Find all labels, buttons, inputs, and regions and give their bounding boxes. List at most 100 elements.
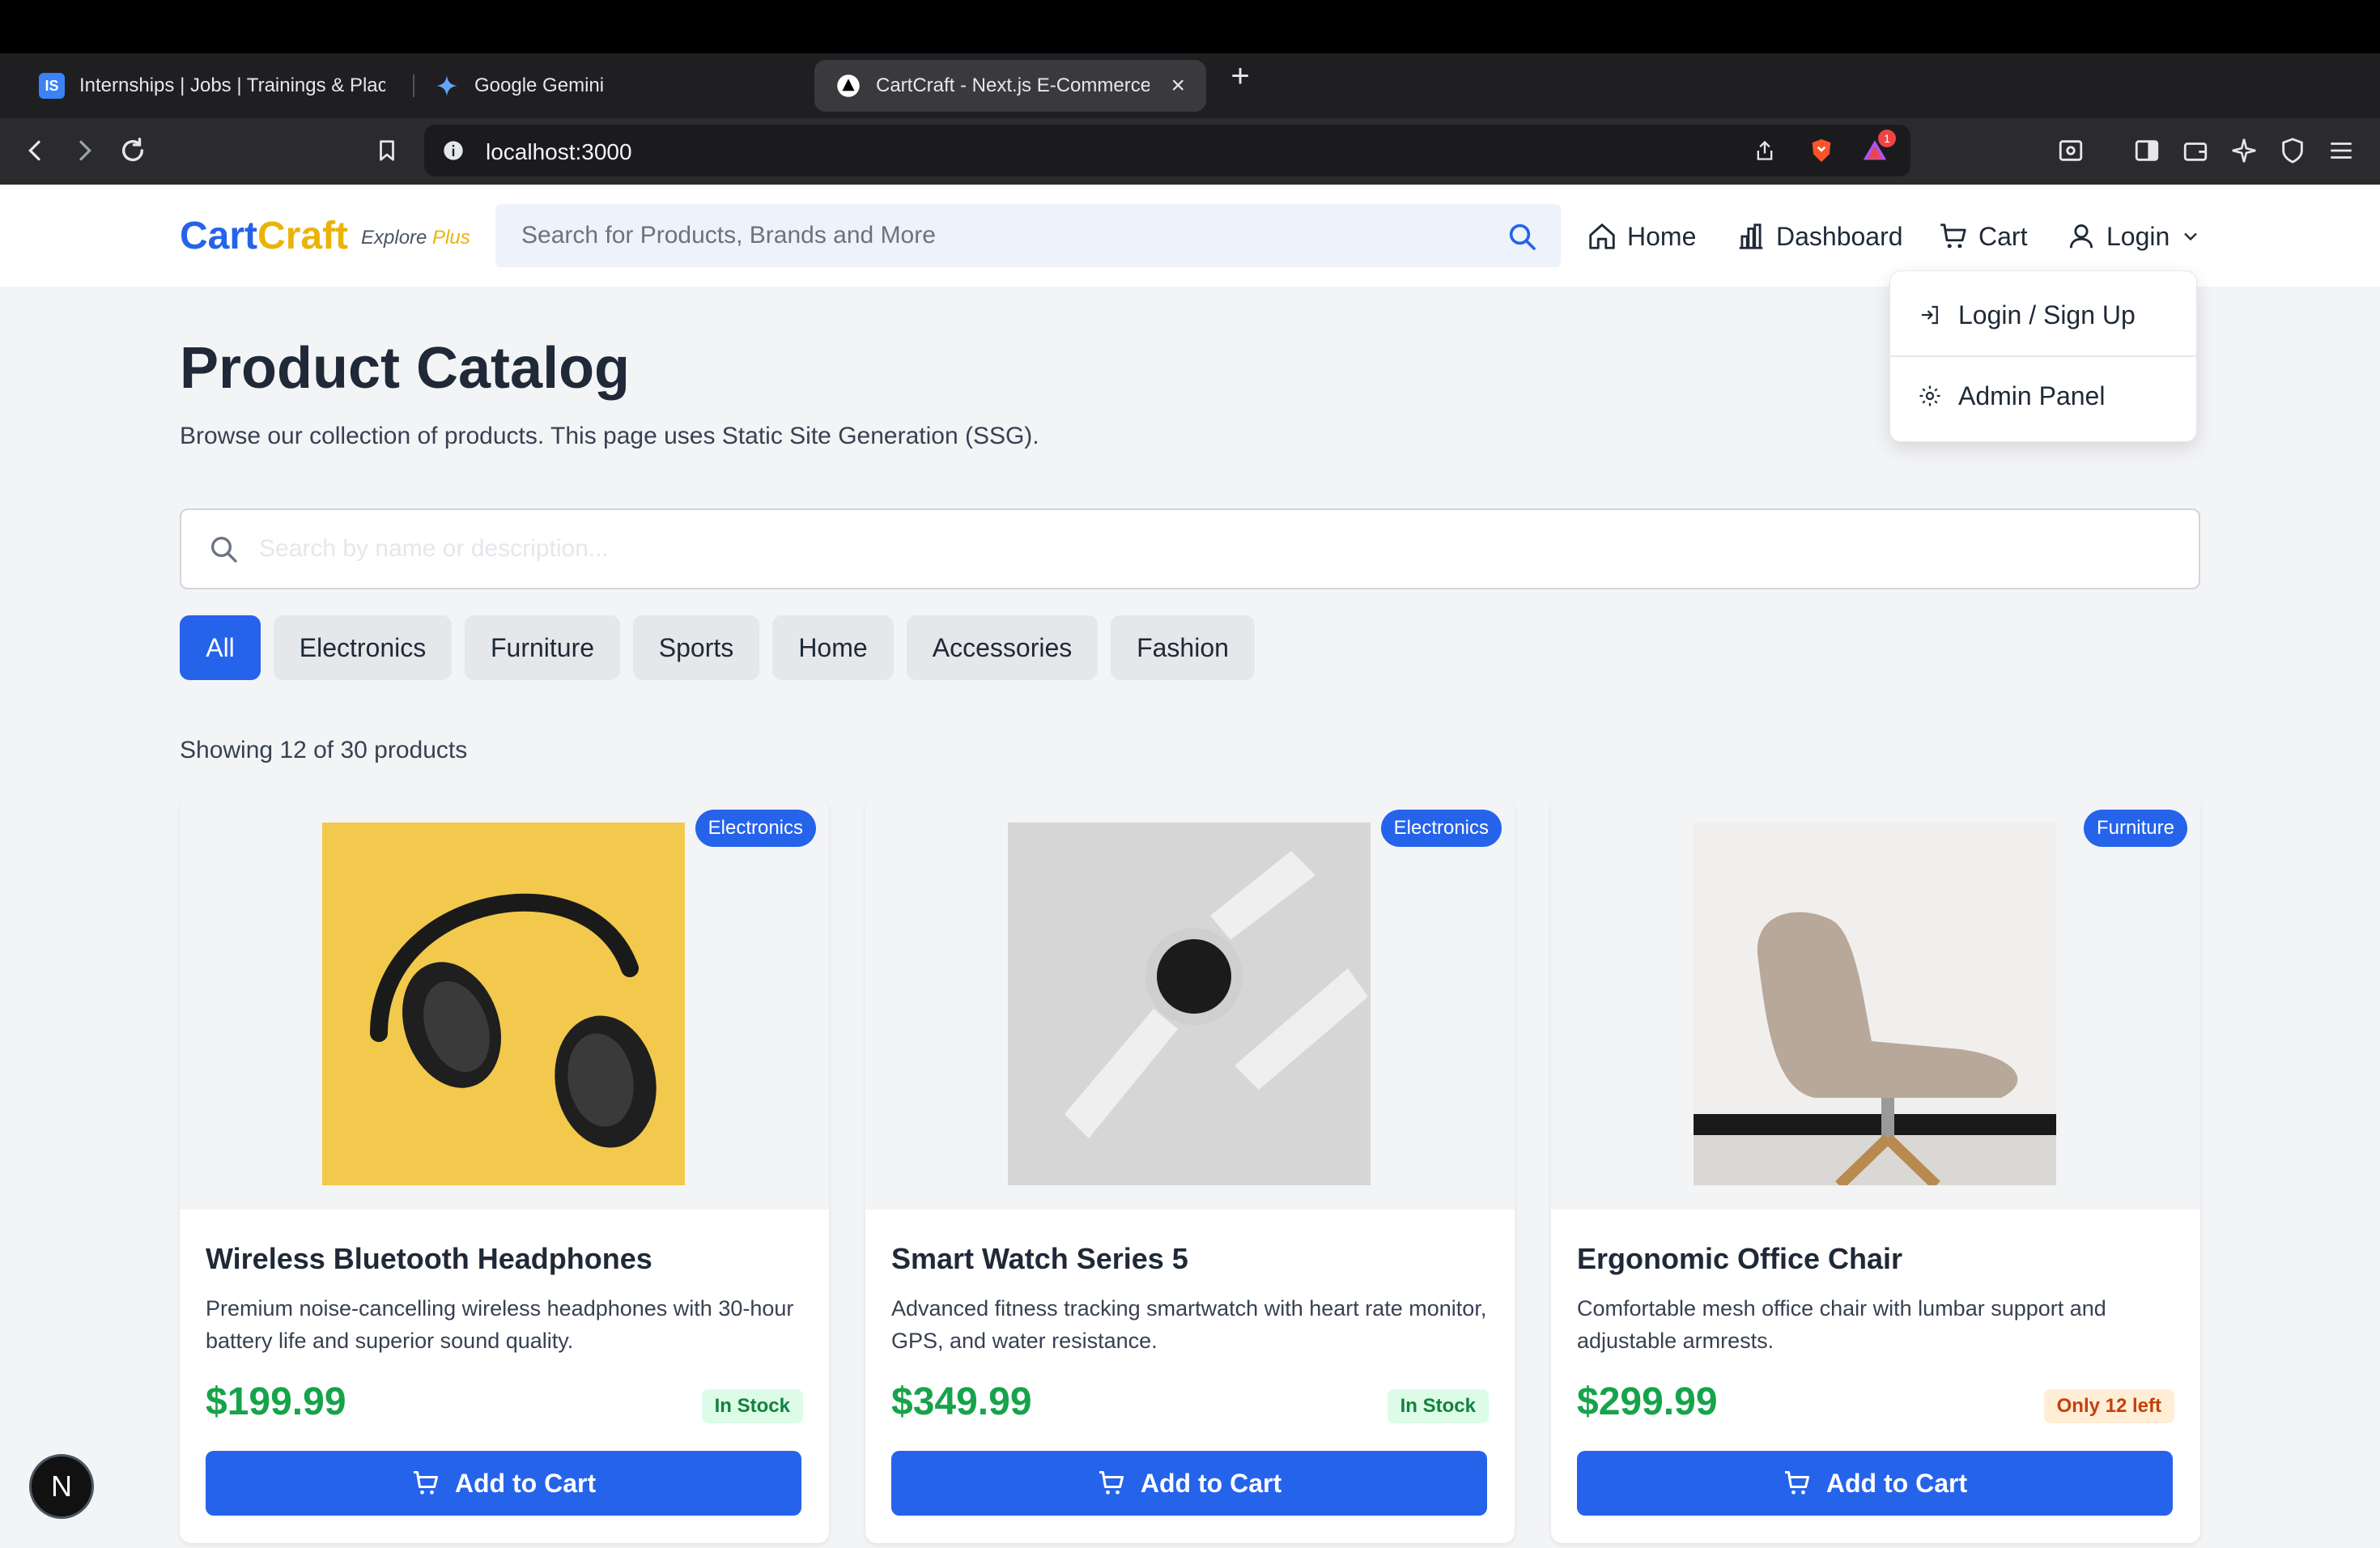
vpn-icon[interactable] [2276,134,2309,167]
cart-icon [1940,223,1966,249]
dropdown-admin-panel[interactable]: Admin Panel [1890,357,2198,435]
add-to-cart-label: Add to Cart [454,1468,597,1498]
bar-chart-icon [1739,223,1763,249]
dropdown-item-label: Login / Sign Up [1958,300,2136,330]
add-to-cart-button[interactable]: Add to Cart [891,1451,1487,1516]
category-chip-sports[interactable]: Sports [633,615,759,680]
home-icon [1589,223,1615,249]
tab-gemini[interactable]: Google Gemini [413,60,801,112]
tab-title: Internships | Jobs | Trainings & Plac [79,74,385,96]
forward-icon[interactable] [68,134,100,167]
browser-toolbar: localhost:3000 1 [0,118,2380,185]
product-description: Comfortable mesh office chair with lumba… [1577,1296,2106,1353]
add-to-cart-button[interactable]: Add to Cart [206,1451,801,1516]
product-card[interactable]: Electronics Smart Watch Series 5 Advance… [865,798,1515,1543]
category-chip-fashion[interactable]: Fashion [1111,615,1255,680]
results-count: Showing 12 of 30 products [180,737,468,763]
stock-badge: In Stock [1387,1389,1489,1423]
product-price: $199.99 [206,1380,346,1423]
logo-text-part1: Cart [180,215,258,257]
add-to-cart-button[interactable]: Add to Cart [1577,1451,2173,1516]
nextjs-icon [835,73,861,99]
product-image-area: Electronics [180,798,829,1210]
category-badge: Furniture [2083,810,2187,847]
product-card[interactable]: Electronics Wireless Bluetooth Headphone… [180,798,829,1543]
wallet-icon[interactable] [2179,134,2212,167]
gemini-icon [434,73,460,99]
page-subtitle: Browse our collection of products. This … [180,423,1039,449]
nav-dashboard[interactable]: Dashboard [1736,214,1903,259]
tab-strip: IS Internships | Jobs | Trainings & Plac… [0,53,2380,118]
nav-home[interactable]: Home [1587,214,1696,259]
bookmark-icon[interactable] [371,134,403,167]
dropdown-login-signup[interactable]: Login / Sign Up [1890,276,2198,354]
new-tab-icon[interactable]: + [1224,58,1256,99]
search-icon[interactable] [1506,220,1538,253]
leo-ai-icon[interactable] [2228,134,2260,167]
reader-mode-icon[interactable] [2055,134,2087,167]
category-chip-accessories[interactable]: Accessories [907,615,1098,680]
cart-icon [413,1471,438,1495]
nav-login[interactable]: Login [2066,214,2202,259]
address-bar[interactable]: localhost:3000 1 [424,125,1910,176]
tagline-explore: Explore [361,227,427,249]
product-name[interactable]: Ergonomic Office Chair [1577,1242,1902,1276]
product-image-area: Electronics [865,798,1515,1210]
reload-icon[interactable] [117,134,149,167]
cart-icon [1784,1471,1809,1495]
product-description: Advanced fitness tracking smartwatch wit… [891,1296,1487,1353]
url-text: localhost:3000 [486,139,632,164]
window-top-bar [0,0,2380,53]
category-chip-electronics[interactable]: Electronics [274,615,452,680]
header-search-input[interactable] [521,204,1477,267]
product-image-smartwatch[interactable] [1008,823,1371,1185]
tab-title: CartCraft - Next.js E-Commerce [876,74,1150,96]
share-icon[interactable] [1749,134,1781,167]
product-description: Premium noise-cancelling wireless headph… [206,1296,794,1353]
product-image-headphones[interactable] [322,823,685,1185]
category-chip-furniture[interactable]: Furniture [465,615,620,680]
chevron-down-icon [2184,232,2198,241]
logo-tagline: Explore Plus [361,227,470,249]
tab-internshala[interactable]: IS Internships | Jobs | Trainings & Plac [18,60,406,112]
nav-login-label: Login [2106,221,2170,251]
sidebar-icon[interactable] [2131,134,2163,167]
stock-badge: In Stock [701,1389,803,1423]
product-name[interactable]: Wireless Bluetooth Headphones [206,1242,652,1276]
tab-cartcraft[interactable]: CartCraft - Next.js E-Commerce × [814,60,1206,112]
login-icon [1922,305,1938,325]
category-chip-all[interactable]: All [180,615,261,680]
search-icon [211,537,237,563]
catalog-search-input[interactable] [259,510,2170,588]
user-icon [2069,224,2093,249]
dropdown-item-label: Admin Panel [1958,381,2106,410]
nextjs-dev-badge[interactable]: N [29,1454,94,1519]
category-badge: Electronics [695,810,816,847]
menu-icon[interactable] [2325,134,2357,167]
brave-shields-icon[interactable] [1805,134,1838,167]
close-tab-icon[interactable]: × [1171,72,1185,100]
product-price: $349.99 [891,1380,1032,1423]
product-name[interactable]: Smart Watch Series 5 [891,1242,1188,1276]
gear-icon [1919,385,1940,406]
site-logo[interactable]: CartCraft [180,214,348,258]
product-image-area: Furniture [1551,798,2200,1210]
add-to-cart-label: Add to Cart [1140,1468,1282,1498]
product-price: $299.99 [1577,1380,1718,1423]
product-card[interactable]: Furniture Ergonomic Office Chair Comfort… [1551,798,2200,1543]
brave-rewards-icon[interactable]: 1 [1859,130,1896,167]
page-title: Product Catalog [180,336,631,401]
product-image-office-chair[interactable] [1694,823,2056,1185]
logo-text-part2: Craft [257,215,349,257]
tagline-plus: Plus [432,227,470,249]
back-icon[interactable] [19,134,52,167]
category-chip-home[interactable]: Home [772,615,894,680]
nav-dashboard-label: Dashboard [1776,221,1903,251]
tab-title: Google Gemini [474,74,605,96]
nav-cart[interactable]: Cart [1938,214,2027,259]
category-badge: Electronics [1380,810,1502,847]
rewards-count-badge: 1 [1878,130,1896,147]
nav-home-label: Home [1627,221,1697,251]
cart-icon [1099,1471,1124,1495]
site-info-icon[interactable] [437,134,470,167]
